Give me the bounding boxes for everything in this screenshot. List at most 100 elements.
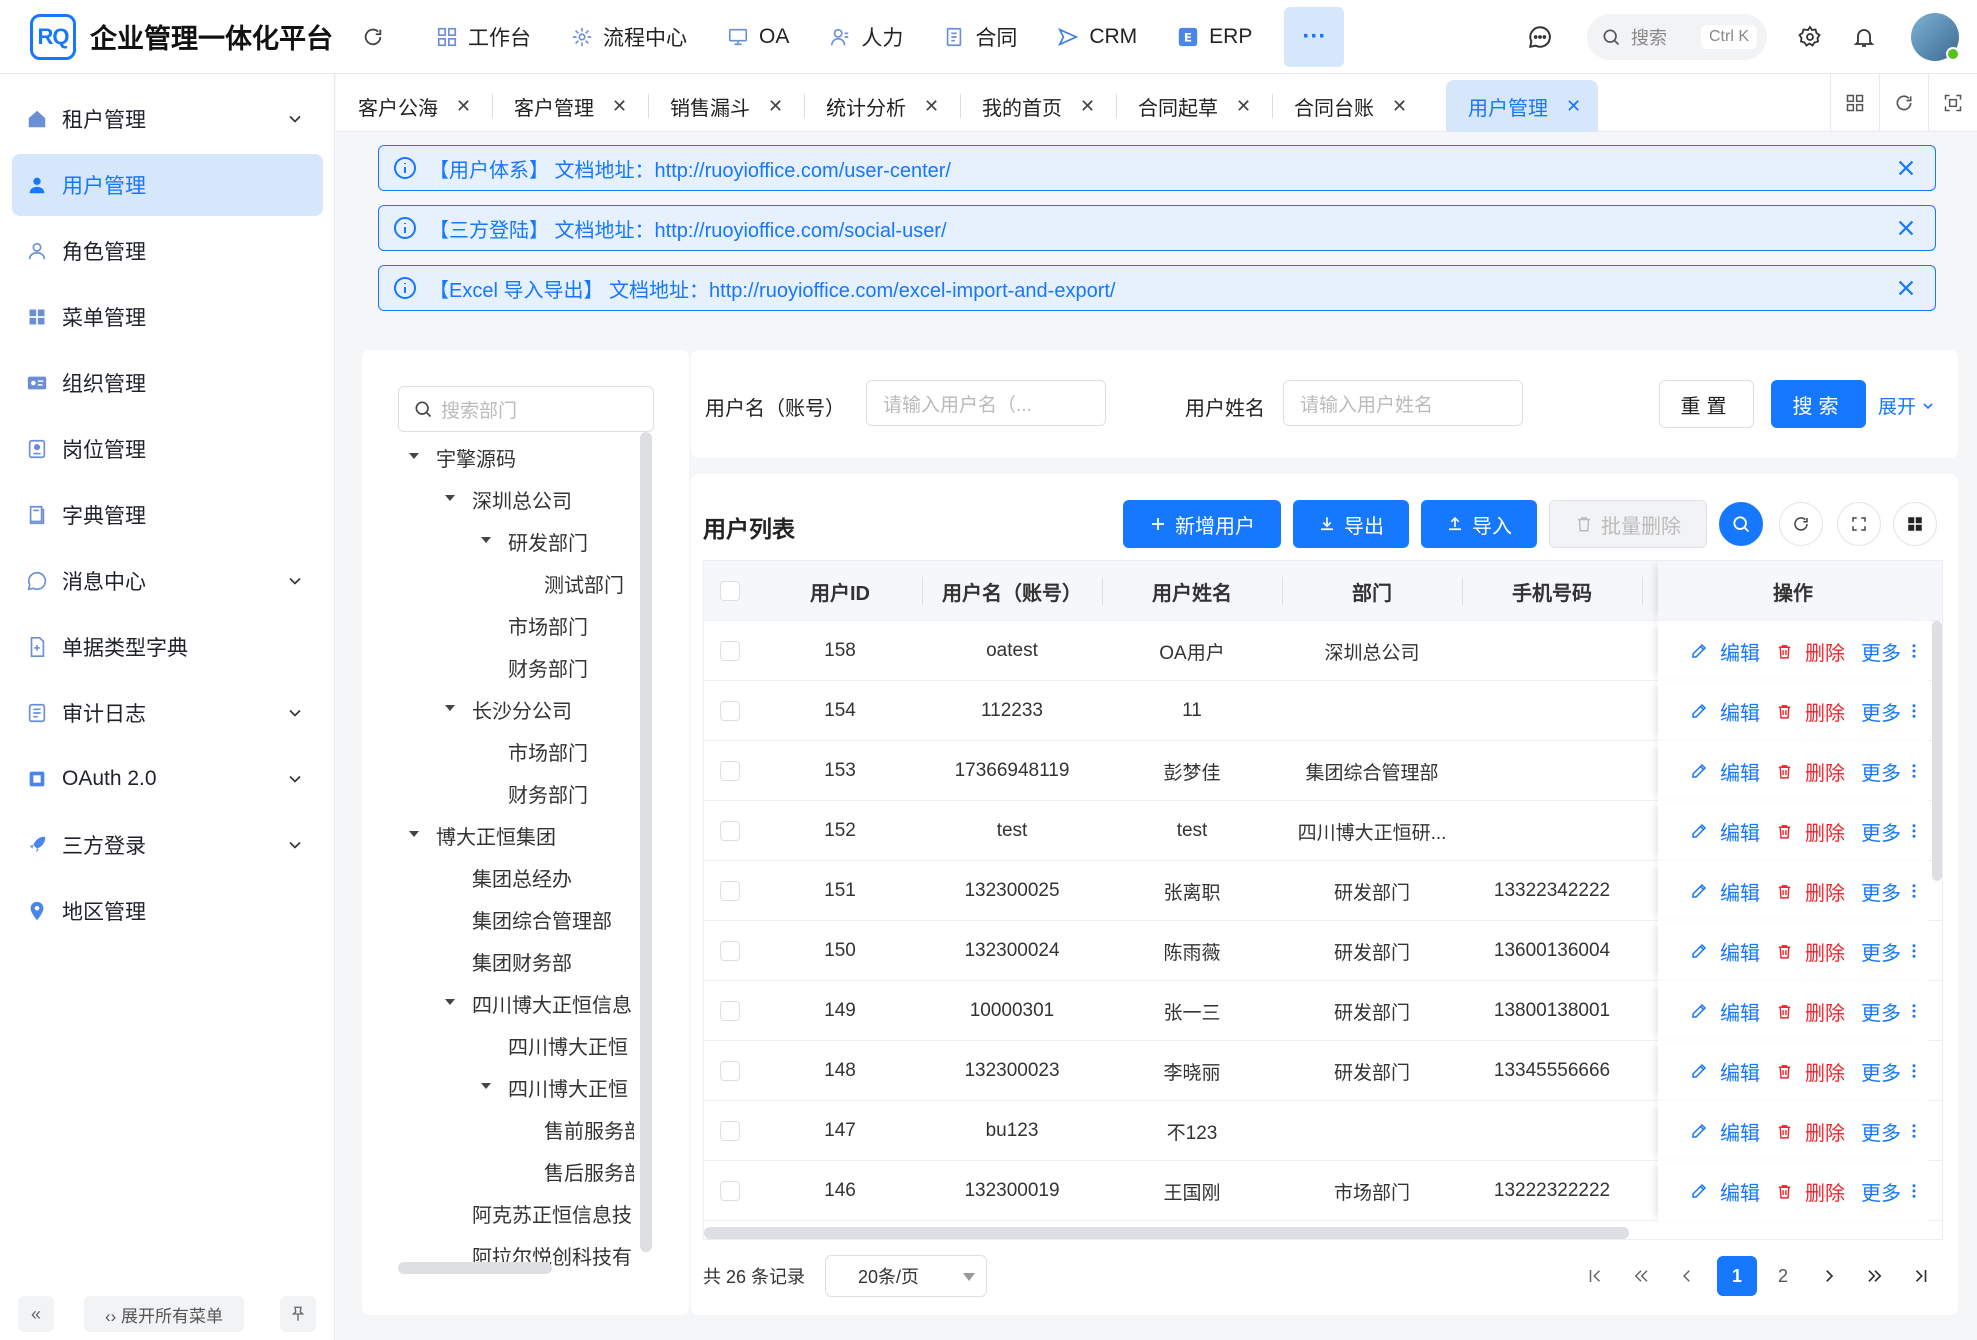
tab-my-home[interactable]: 我的首页 ✕: [960, 80, 1115, 132]
more-button[interactable]: 更多: [1861, 757, 1923, 786]
app-logo[interactable]: RQ 企业管理一体化平台: [30, 13, 334, 60]
more-button[interactable]: 更多: [1861, 637, 1923, 666]
expand-table-button[interactable]: [1837, 502, 1881, 546]
delete-button[interactable]: 删除: [1776, 1117, 1845, 1146]
tab-user-management[interactable]: 用户管理 ✕: [1446, 80, 1598, 132]
tree-node[interactable]: 市场部门: [508, 610, 634, 640]
sidebar-item-region[interactable]: 地区管理: [12, 880, 323, 942]
tree-node[interactable]: 测试部门: [544, 568, 634, 598]
more-button[interactable]: 更多: [1861, 817, 1923, 846]
more-button[interactable]: 更多: [1861, 1057, 1923, 1086]
delete-button[interactable]: 删除: [1776, 877, 1845, 906]
table-row[interactable]: 158 oatest OA用户 深圳总公司 编辑 删除 更多: [704, 621, 1942, 681]
close-icon[interactable]: ✕: [1392, 96, 1407, 117]
caret-down-icon[interactable]: [408, 828, 422, 842]
tree-node[interactable]: 深圳总公司: [444, 484, 634, 514]
sidebar-item-doc-types[interactable]: 单据类型字典: [12, 616, 323, 678]
tree-node[interactable]: 售后服务部: [544, 1156, 634, 1186]
tree-node[interactable]: 集团综合管理部: [472, 904, 634, 934]
tree-node[interactable]: 财务部门: [508, 652, 634, 682]
tree-node[interactable]: 博大正恒集团: [408, 820, 634, 850]
prev-page-icon[interactable]: [1667, 1256, 1707, 1296]
tree-node[interactable]: 四川博大正恒信息: [444, 988, 634, 1018]
table-row[interactable]: 147 bu123 不123 编辑 删除 更多: [704, 1101, 1942, 1161]
tree-node[interactable]: 阿克苏正恒信息技: [472, 1198, 634, 1228]
department-search-input[interactable]: 搜索部门: [398, 386, 654, 432]
sidebar-item-posts[interactable]: 岗位管理: [12, 418, 323, 480]
fullscreen-icon[interactable]: [1928, 74, 1977, 132]
tree-node[interactable]: 集团财务部: [472, 946, 634, 976]
table-vertical-scrollbar[interactable]: [1932, 621, 1942, 881]
edit-button[interactable]: 编辑: [1690, 877, 1760, 906]
row-checkbox[interactable]: [720, 641, 740, 661]
topnav-crm[interactable]: CRM: [1037, 0, 1157, 74]
table-horizontal-scrollbar[interactable]: [704, 1227, 1629, 1239]
sidebar-item-org[interactable]: 组织管理: [12, 352, 323, 414]
tab-customer-management[interactable]: 客户管理 ✕: [492, 80, 647, 132]
expand-filters-button[interactable]: 展开: [1878, 392, 1936, 419]
row-checkbox[interactable]: [720, 1181, 740, 1201]
search-button[interactable]: 搜索: [1771, 380, 1866, 428]
tab-contract-ledger[interactable]: 合同台账 ✕: [1272, 80, 1427, 132]
row-checkbox[interactable]: [720, 881, 740, 901]
topnav-erp[interactable]: E ERP: [1157, 0, 1272, 74]
batch-delete-button[interactable]: 批量删除: [1549, 500, 1707, 548]
row-checkbox[interactable]: [720, 821, 740, 841]
table-row[interactable]: 153 17366948119 彭梦佳 集团综合管理部 编辑 删除 更多: [704, 741, 1942, 801]
topnav-workbench[interactable]: 工作台: [416, 0, 551, 74]
refresh-icon[interactable]: [358, 22, 388, 52]
delete-button[interactable]: 删除: [1776, 697, 1845, 726]
sidebar-item-dict[interactable]: 字典管理: [12, 484, 323, 546]
import-button[interactable]: 导入: [1421, 500, 1537, 548]
delete-button[interactable]: 删除: [1776, 757, 1845, 786]
topnav-process-center[interactable]: 流程中心: [551, 0, 707, 74]
delete-button[interactable]: 删除: [1776, 1177, 1845, 1206]
layout-grid-icon[interactable]: [1830, 74, 1879, 132]
close-icon[interactable]: [1895, 217, 1917, 239]
next-page-icon[interactable]: [1809, 1256, 1849, 1296]
more-button[interactable]: 更多: [1861, 937, 1923, 966]
sidebar-item-tenant[interactable]: 租户管理: [12, 88, 323, 150]
sidebar-item-audit[interactable]: 审计日志: [12, 682, 323, 744]
close-icon[interactable]: [1895, 277, 1917, 299]
tree-node[interactable]: 宇擎源码: [408, 442, 634, 472]
reset-button[interactable]: 重置: [1659, 380, 1754, 428]
tree-node[interactable]: 四川博大正恒: [508, 1030, 634, 1060]
table-row[interactable]: 152 test test 四川博大正恒研... 编辑 删除 更多: [704, 801, 1942, 861]
close-icon[interactable]: ✕: [768, 96, 783, 117]
tree-node[interactable]: 市场部门: [508, 736, 634, 766]
page-1-button[interactable]: 1: [1717, 1256, 1757, 1296]
caret-down-icon[interactable]: [444, 996, 458, 1010]
caret-down-icon[interactable]: [444, 492, 458, 506]
delete-button[interactable]: 删除: [1776, 997, 1845, 1026]
sidebar-item-menus[interactable]: 菜单管理: [12, 286, 323, 348]
edit-button[interactable]: 编辑: [1690, 1177, 1760, 1206]
select-all-checkbox[interactable]: [720, 581, 740, 601]
delete-button[interactable]: 删除: [1776, 1057, 1845, 1086]
tree-node[interactable]: 研发部门: [480, 526, 634, 556]
page-2-button[interactable]: 2: [1763, 1256, 1803, 1296]
tab-contract-draft[interactable]: 合同起草 ✕: [1116, 80, 1271, 132]
edit-button[interactable]: 编辑: [1690, 997, 1760, 1026]
next-five-icon[interactable]: [1855, 1256, 1895, 1296]
delete-button[interactable]: 删除: [1776, 937, 1845, 966]
close-icon[interactable]: ✕: [456, 96, 471, 117]
more-button[interactable]: 更多: [1861, 697, 1923, 726]
row-checkbox[interactable]: [720, 1121, 740, 1141]
add-user-button[interactable]: 新增用户: [1123, 500, 1281, 548]
caret-down-icon[interactable]: [480, 1080, 494, 1094]
user-avatar[interactable]: [1911, 13, 1960, 61]
row-checkbox[interactable]: [720, 701, 740, 721]
more-button[interactable]: 更多: [1861, 997, 1923, 1026]
expand-all-menus-button[interactable]: ‹› 展开所有菜单: [84, 1296, 244, 1332]
tree-node[interactable]: 财务部门: [508, 778, 634, 808]
sidebar-item-oauth[interactable]: OAuth 2.0: [12, 748, 323, 810]
caret-down-icon[interactable]: [480, 534, 494, 548]
tab-customer-pool[interactable]: 客户公海 ✕: [336, 80, 491, 132]
bell-icon[interactable]: [1849, 22, 1879, 52]
topnav-contract[interactable]: 合同: [923, 0, 1037, 74]
table-row[interactable]: 150 132300024 陈雨薇 研发部门 13600136004 编辑 删除 更多: [704, 921, 1942, 981]
table-row[interactable]: 154 112233 11 编辑 删除 更多: [704, 681, 1942, 741]
edit-button[interactable]: 编辑: [1690, 817, 1760, 846]
gear-icon[interactable]: [1795, 22, 1825, 52]
